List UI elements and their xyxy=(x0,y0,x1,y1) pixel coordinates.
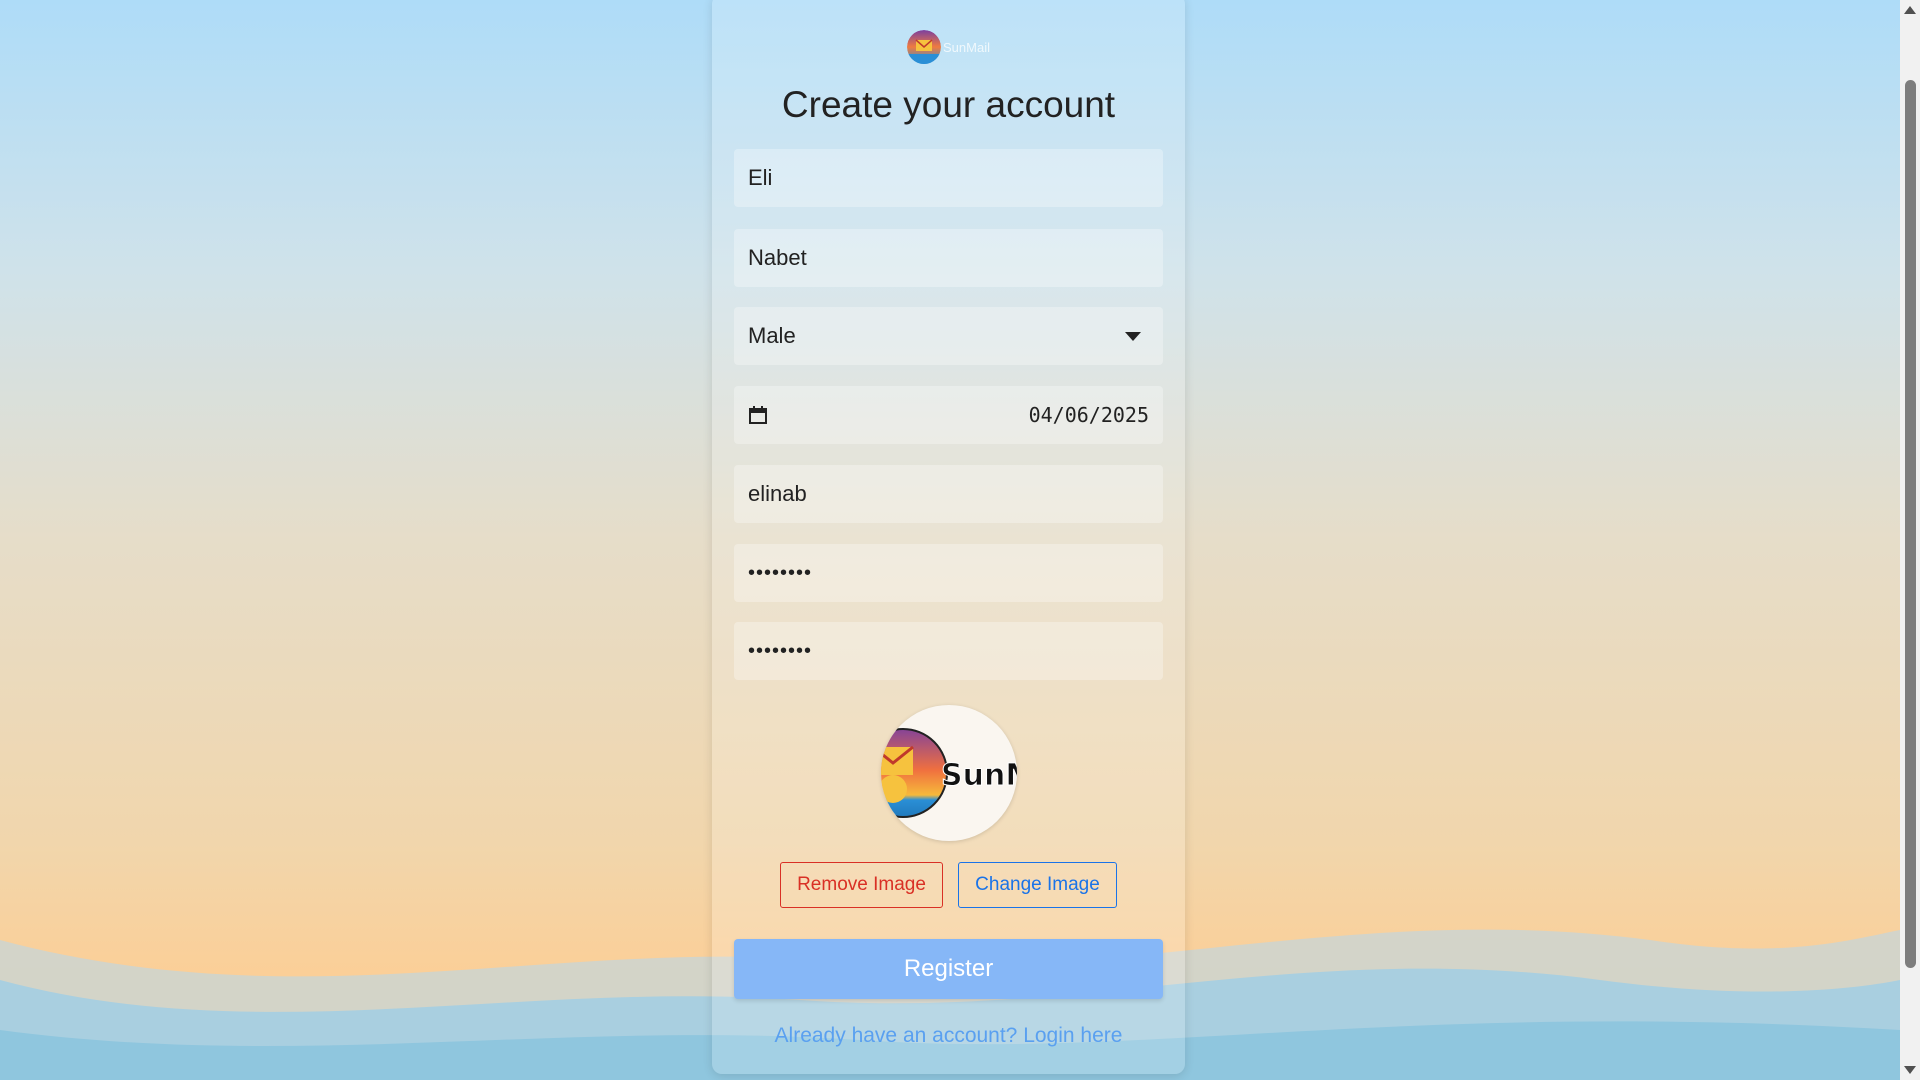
last-name-value: Nabet xyxy=(748,245,807,270)
confirm-password-value: •••••••• xyxy=(748,639,813,662)
svg-text:SunMa: SunMa xyxy=(941,758,1017,793)
gender-select[interactable]: Male xyxy=(734,307,1163,365)
gender-value: Male xyxy=(748,323,796,348)
first-name-value: Eli xyxy=(748,165,773,190)
change-image-button[interactable]: Change Image xyxy=(958,862,1117,908)
brand-header: SunMail xyxy=(712,30,1185,64)
password-field[interactable]: •••••••• xyxy=(734,544,1163,602)
register-button[interactable]: Register xyxy=(734,939,1163,999)
username-value: elinab xyxy=(748,481,807,506)
brand-name: SunMail xyxy=(943,39,990,55)
vertical-scrollbar[interactable] xyxy=(1900,0,1920,1080)
first-name-field[interactable]: Eli xyxy=(734,149,1163,207)
register-card: SunMail Create your account Eli Nabet Ma… xyxy=(712,0,1185,1074)
remove-image-button[interactable]: Remove Image xyxy=(780,862,943,908)
birth-date-field[interactable]: 04/06/2025 xyxy=(734,386,1163,444)
scroll-down-arrow-icon[interactable] xyxy=(1904,1066,1916,1074)
profile-image-preview: SunMa xyxy=(881,705,1017,841)
chevron-down-icon xyxy=(1125,332,1141,341)
login-link[interactable]: Already have an account? Login here xyxy=(712,1024,1185,1048)
confirm-password-field[interactable]: •••••••• xyxy=(734,622,1163,680)
last-name-field[interactable]: Nabet xyxy=(734,229,1163,287)
username-field[interactable]: elinab xyxy=(734,465,1163,523)
scroll-up-arrow-icon[interactable] xyxy=(1904,6,1916,14)
birth-date-value: 04/06/2025 xyxy=(1028,403,1149,427)
scrollbar-thumb[interactable] xyxy=(1905,80,1916,968)
password-value: •••••••• xyxy=(748,561,813,584)
page-title: Create your account xyxy=(781,84,1116,125)
brand-logo-icon xyxy=(907,30,942,64)
calendar-icon[interactable] xyxy=(748,405,768,425)
